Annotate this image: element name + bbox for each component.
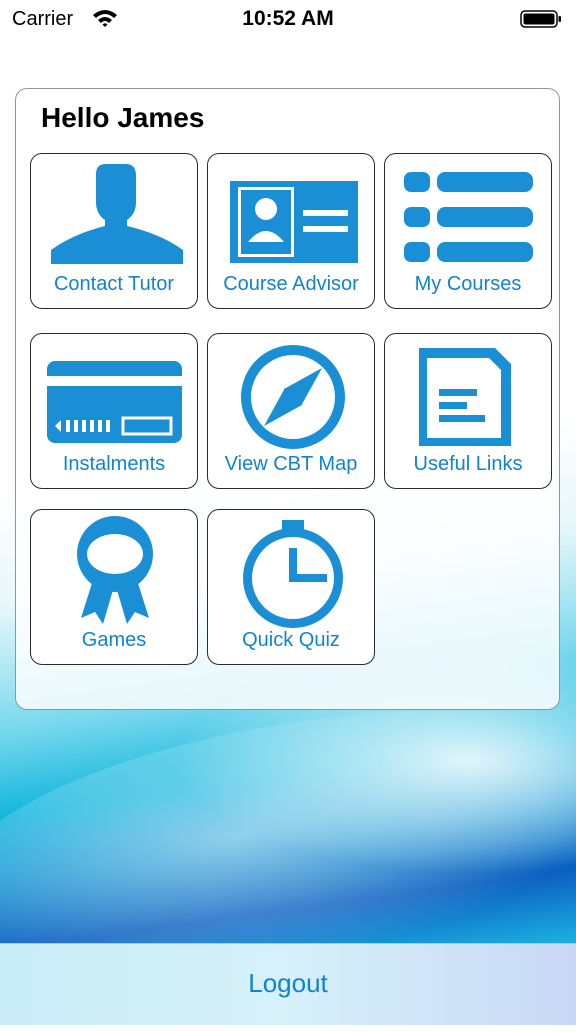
tile-label: Quick Quiz [242, 629, 340, 651]
battery-icon [520, 10, 561, 28]
tile-label: Useful Links [413, 453, 523, 475]
contact-tutor-tile[interactable]: Contact Tutor [30, 153, 198, 309]
tile-label: Course Advisor [223, 273, 359, 295]
useful-links-tile[interactable]: Useful Links [384, 333, 552, 489]
tile-label: Instalments [62, 453, 166, 475]
quick-quiz-tile[interactable]: Quick Quiz [207, 509, 375, 665]
greeting: Hello James [41, 102, 205, 133]
logout-bar: Logout [0, 943, 576, 1025]
my-courses-tile[interactable]: My Courses [384, 153, 552, 309]
logout-button[interactable]: Logout [0, 968, 576, 999]
clock: 10:52 AM [242, 7, 334, 30]
games-tile[interactable]: Games [30, 509, 198, 665]
instalments-tile[interactable]: Instalments [30, 333, 198, 489]
status-bar: Carrier 10:52 AM [0, 0, 576, 40]
tile-label: View CBT Map [224, 453, 358, 475]
tile-label: My Courses [414, 273, 522, 295]
course-advisor-tile[interactable]: Course Advisor [207, 153, 375, 309]
tile-label: Games [81, 629, 147, 651]
view-cbt-map-tile[interactable]: View CBT Map [207, 333, 375, 489]
tile-label: Contact Tutor [53, 273, 175, 295]
